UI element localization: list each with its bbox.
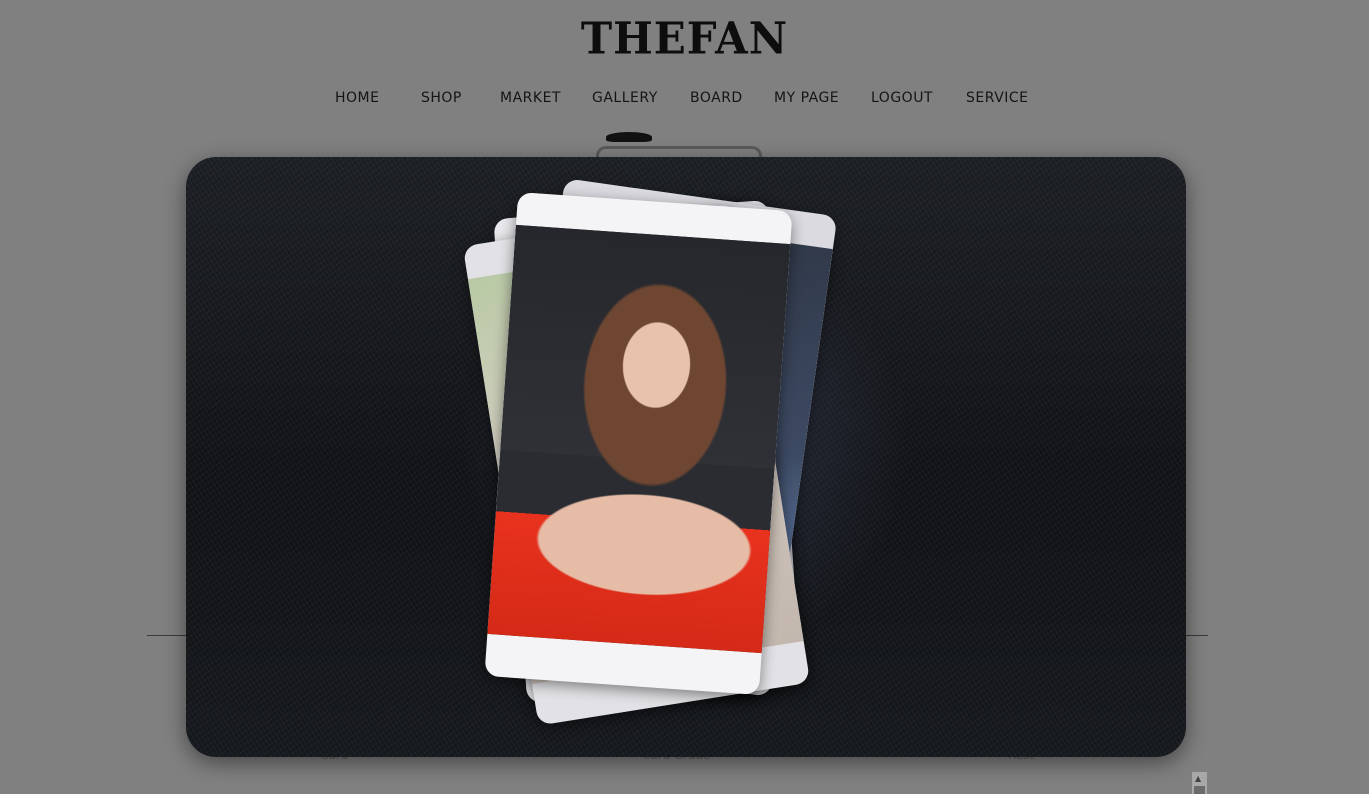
scroll-up-icon[interactable]: ▲ (1195, 774, 1201, 783)
nav-home[interactable]: HOME (335, 90, 379, 106)
nav-service[interactable]: SERVICE (966, 90, 1029, 106)
main-nav: HOME SHOP MARKET GALLERY BOARD MY PAGE L… (0, 90, 1369, 110)
nav-market[interactable]: MARKET (500, 90, 561, 106)
card-portrait-image (487, 224, 791, 654)
nav-board[interactable]: BOARD (690, 90, 743, 106)
photo-card-front[interactable] (484, 191, 793, 696)
card-pack-modal[interactable] (186, 157, 1186, 757)
nav-my-page[interactable]: MY PAGE (774, 90, 839, 106)
nav-logout[interactable]: LOGOUT (871, 90, 933, 106)
logo[interactable]: THEFAN (0, 13, 1369, 64)
scrollbar-thumb[interactable] (1194, 786, 1205, 794)
nav-gallery[interactable]: GALLERY (592, 90, 658, 106)
nav-shop[interactable]: SHOP (421, 90, 462, 106)
table-scrollbar[interactable]: ▲ (1192, 772, 1207, 794)
background-decoration (606, 132, 652, 142)
